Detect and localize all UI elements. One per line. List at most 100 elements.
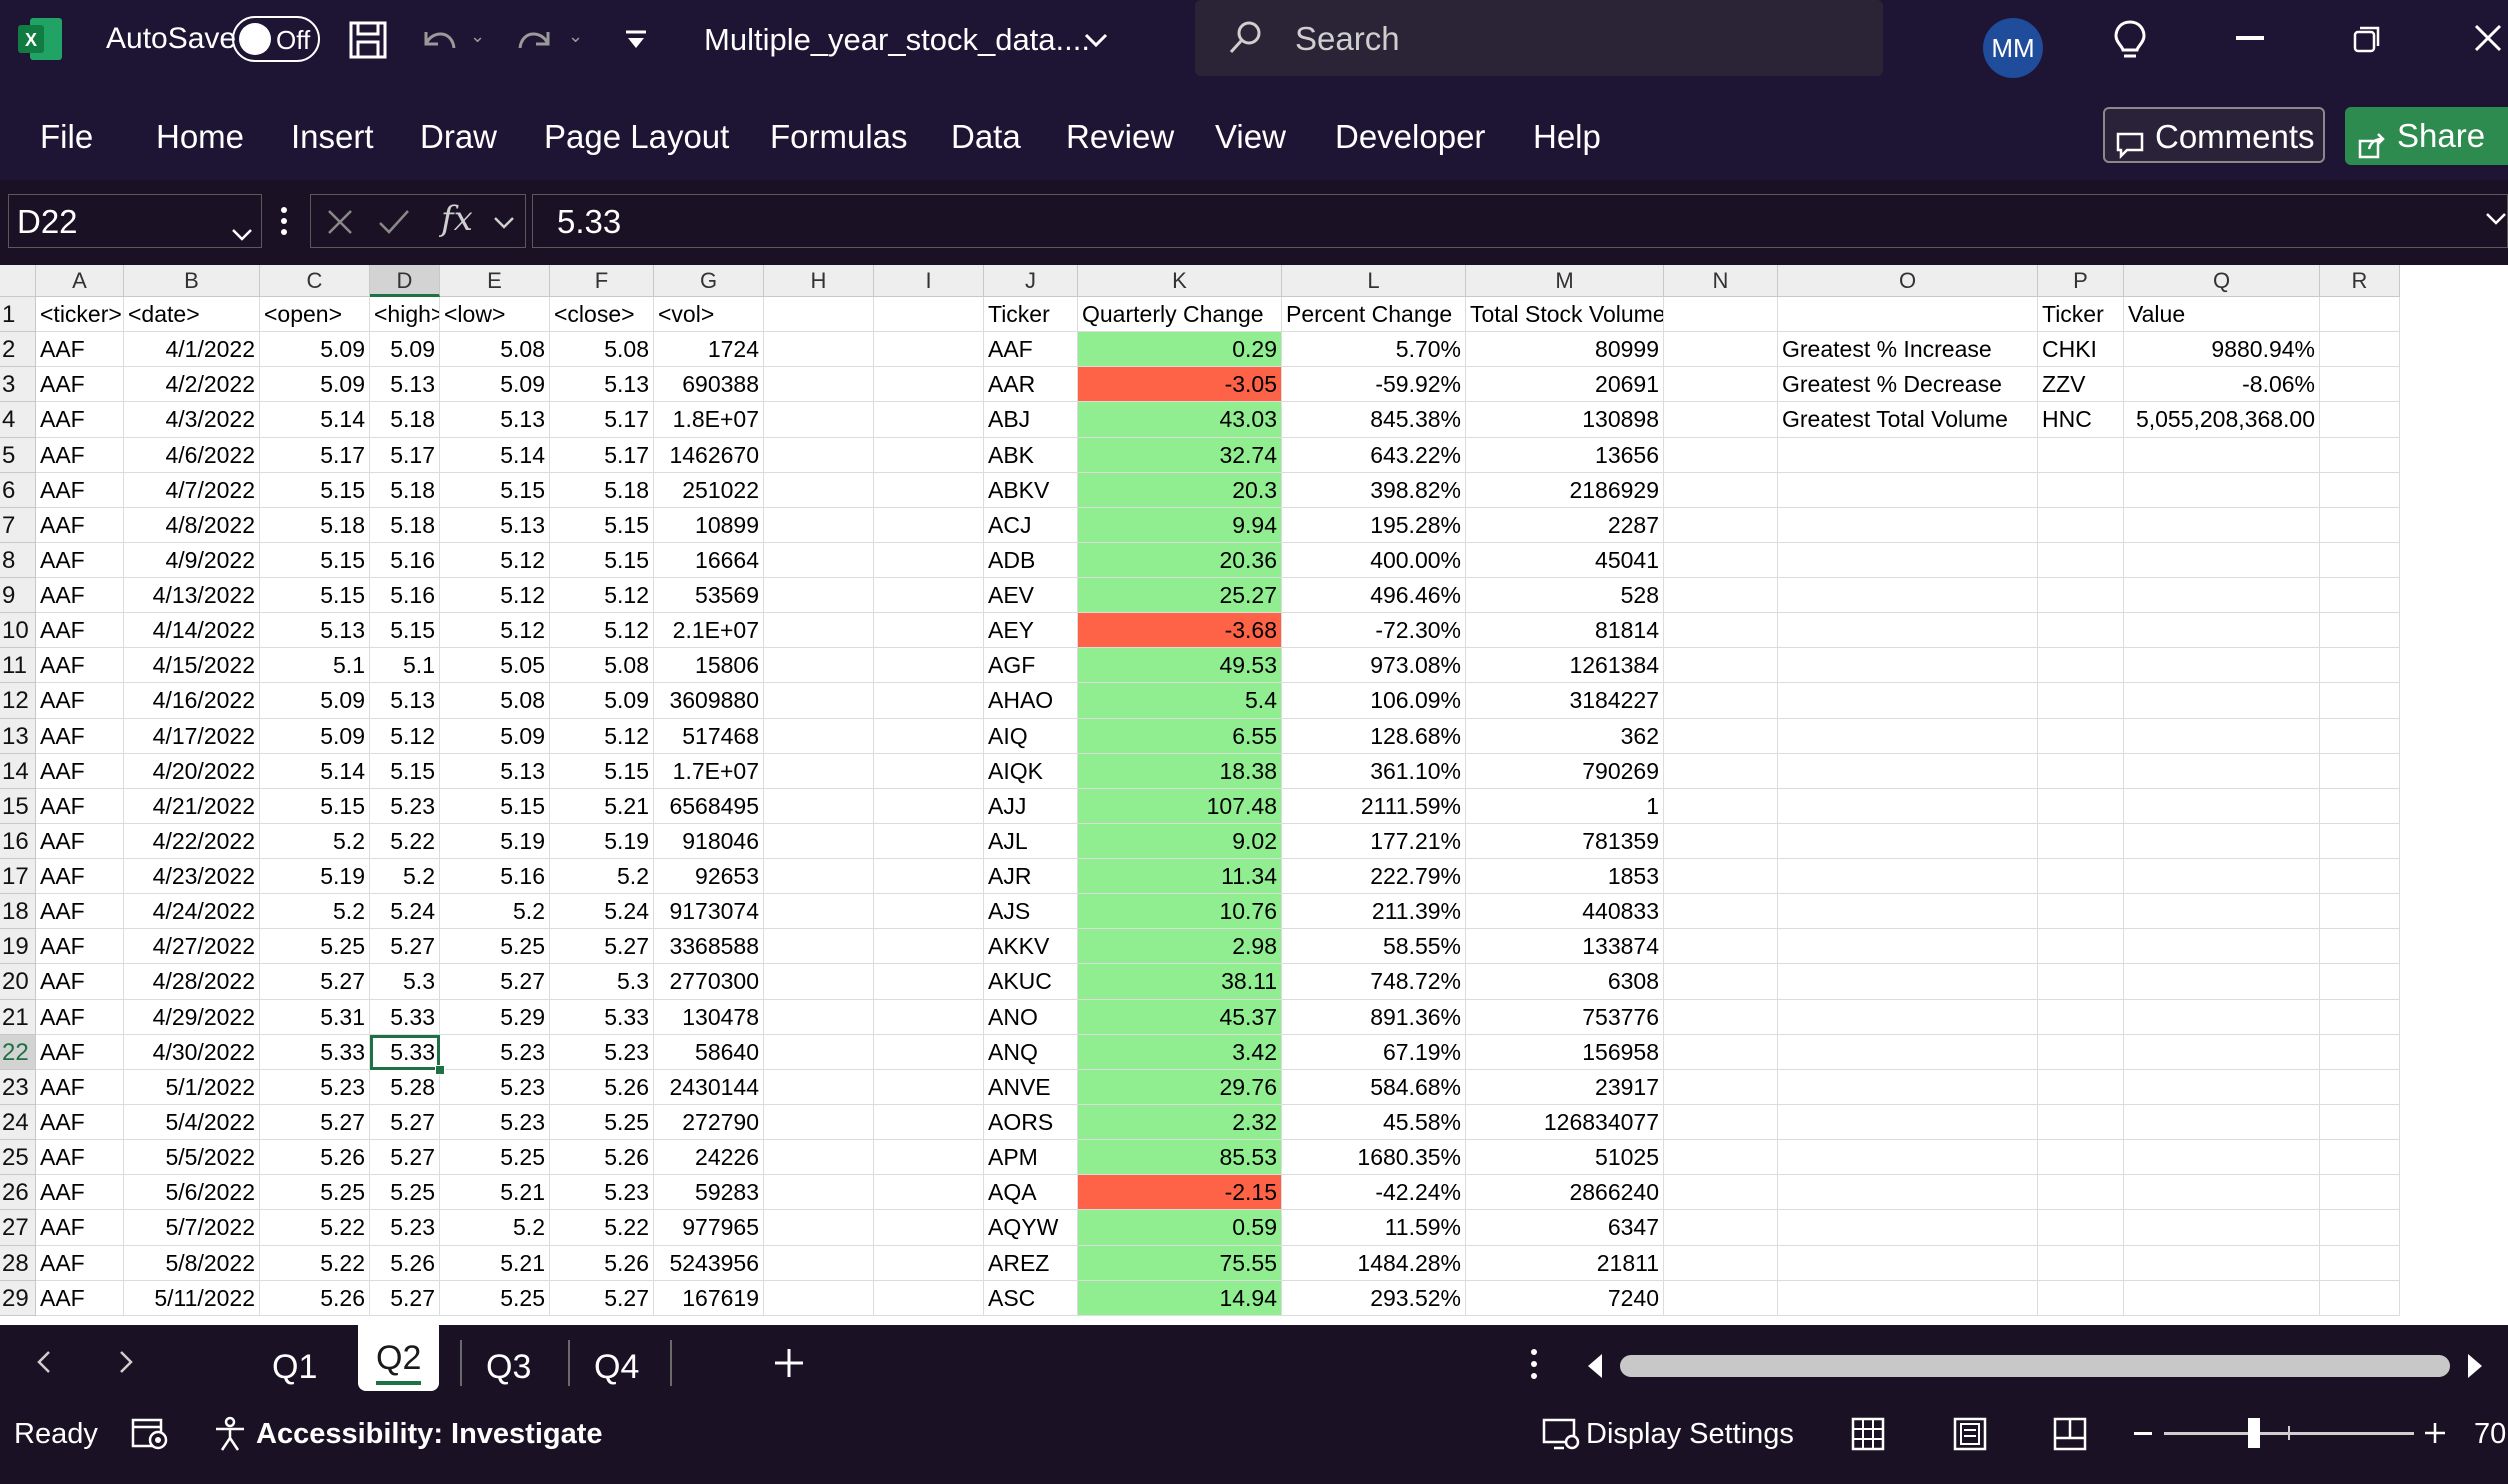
grid-cell[interactable] [2038,823,2124,860]
summary-ticker-cell[interactable]: AJL [984,823,1078,860]
data-cell[interactable]: AAF [36,542,124,579]
grid-cell[interactable] [874,1280,984,1316]
grid-cell[interactable] [764,437,874,473]
data-cell[interactable]: 5/4/2022 [124,1104,260,1141]
grid-cell[interactable] [2038,542,2124,579]
grid-cell[interactable] [2124,613,2320,649]
grid-cell[interactable] [2320,1175,2400,1211]
column-header-b[interactable]: B [124,265,260,297]
worksheet-grid[interactable]: A B C D E F G H I J K L M N O P Q R 1 2 3 4 5 6 7 8 9 10 11 12 13 14 15 1… [0,265,2508,1325]
data-cell[interactable]: 5.2 [260,894,370,930]
greatest-ticker-cell[interactable]: HNC [2038,402,2124,438]
column-header-f[interactable]: F [550,265,654,297]
grid-cell[interactable] [2038,859,2124,895]
summary-ticker-cell[interactable]: AEY [984,613,1078,649]
column-header-q[interactable]: Q [2124,265,2320,297]
data-cell[interactable]: 5243956 [654,1245,764,1281]
total-volume-cell[interactable]: 1 [1466,788,1664,824]
grid-cell[interactable] [1664,1140,1778,1176]
data-cell[interactable]: 4/28/2022 [124,964,260,1000]
sheet-options-icon[interactable] [1530,1348,1538,1380]
column-header-l[interactable]: L [1282,265,1466,297]
data-cell[interactable]: 5.12 [440,578,550,614]
grid-cell[interactable] [1778,999,2038,1035]
grid-cell[interactable] [1778,964,2038,1000]
grid-cell[interactable] [874,753,984,789]
grid-cell[interactable] [1664,613,1778,649]
data-cell[interactable]: AAF [36,964,124,1000]
percent-change-cell[interactable]: 106.09% [1282,683,1466,719]
customize-toolbar-icon[interactable] [620,24,652,56]
data-cell[interactable]: 5.17 [260,437,370,473]
quarterly-change-cell[interactable]: -3.68 [1078,613,1282,649]
grid-cell[interactable] [764,1069,874,1105]
undo-dropdown-icon[interactable]: ⌄ [470,26,490,46]
row-header[interactable]: 7 [0,507,36,543]
data-cell[interactable]: 5.33 [370,999,440,1035]
raw-header-cell[interactable]: <ticker> [36,297,124,333]
data-cell[interactable]: 251022 [654,472,764,508]
row-header[interactable]: 16 [0,823,36,860]
column-header-n[interactable]: N [1664,265,1778,297]
data-cell[interactable]: 1.7E+07 [654,753,764,789]
tab-insert[interactable]: Insert [291,118,374,156]
grid-cell[interactable] [2320,613,2400,649]
scroll-right-icon[interactable] [2464,1352,2486,1380]
search-box[interactable]: Search [1195,0,1883,76]
grid-cell[interactable] [2038,1140,2124,1176]
grid-cell[interactable] [1664,1069,1778,1105]
data-cell[interactable]: AAF [36,613,124,649]
zoom-in-icon[interactable] [2424,1422,2446,1444]
quarterly-change-cell[interactable]: 75.55 [1078,1245,1282,1281]
grid-cell[interactable] [2038,718,2124,754]
data-cell[interactable]: 5.15 [550,542,654,579]
grid-cell[interactable] [874,1140,984,1176]
data-cell[interactable]: 272790 [654,1104,764,1141]
function-chevron-down-icon[interactable] [491,209,517,235]
percent-change-cell[interactable]: 67.19% [1282,1034,1466,1070]
data-cell[interactable]: 6568495 [654,788,764,824]
next-sheet-chevron-icon[interactable] [110,1347,140,1377]
total-volume-cell[interactable]: 6308 [1466,964,1664,1000]
data-cell[interactable]: AAF [36,718,124,754]
data-cell[interactable]: 4/24/2022 [124,894,260,930]
prev-sheet-chevron-icon[interactable] [30,1347,60,1377]
grid-cell[interactable] [1778,1034,2038,1070]
percent-change-cell[interactable]: 211.39% [1282,894,1466,930]
grid-cell[interactable] [1664,823,1778,860]
grid-cell[interactable] [764,683,874,719]
cancel-icon[interactable] [325,207,355,237]
data-cell[interactable]: AAF [36,999,124,1035]
data-cell[interactable]: AAF [36,1280,124,1316]
data-cell[interactable]: AAF [36,648,124,684]
percent-change-cell[interactable]: -72.30% [1282,613,1466,649]
total-volume-cell[interactable]: 1261384 [1466,648,1664,684]
data-cell[interactable]: AAF [36,859,124,895]
quarterly-change-cell[interactable]: -3.05 [1078,367,1282,403]
grid-cell[interactable] [764,999,874,1035]
data-cell[interactable]: 5.27 [370,929,440,965]
data-cell[interactable]: 5.27 [550,929,654,965]
quarterly-change-cell[interactable]: 20.3 [1078,472,1282,508]
grid-cell[interactable] [874,507,984,543]
data-cell[interactable]: 5.1 [370,648,440,684]
grid-cell[interactable] [2320,964,2400,1000]
grid-cell[interactable] [764,859,874,895]
data-cell[interactable]: AAF [36,753,124,789]
sheet-tab-q1[interactable]: Q1 [272,1348,317,1387]
grid-cell[interactable] [874,788,984,824]
quarterly-change-cell[interactable]: 18.38 [1078,753,1282,789]
column-header-m[interactable]: M [1466,265,1664,297]
column-header-i[interactable]: I [874,265,984,297]
data-cell[interactable]: 4/30/2022 [124,1034,260,1070]
data-cell[interactable]: 9173074 [654,894,764,930]
summary-ticker-cell[interactable]: AQYW [984,1210,1078,1246]
column-header-k[interactable]: K [1078,265,1282,297]
grid-cell[interactable] [2320,1069,2400,1105]
quarterly-change-cell[interactable]: 25.27 [1078,578,1282,614]
grid-cell[interactable] [2320,859,2400,895]
data-cell[interactable]: AAF [36,332,124,368]
data-cell[interactable]: 3609880 [654,683,764,719]
grid-cell[interactable] [874,859,984,895]
data-cell[interactable]: AAF [36,367,124,403]
